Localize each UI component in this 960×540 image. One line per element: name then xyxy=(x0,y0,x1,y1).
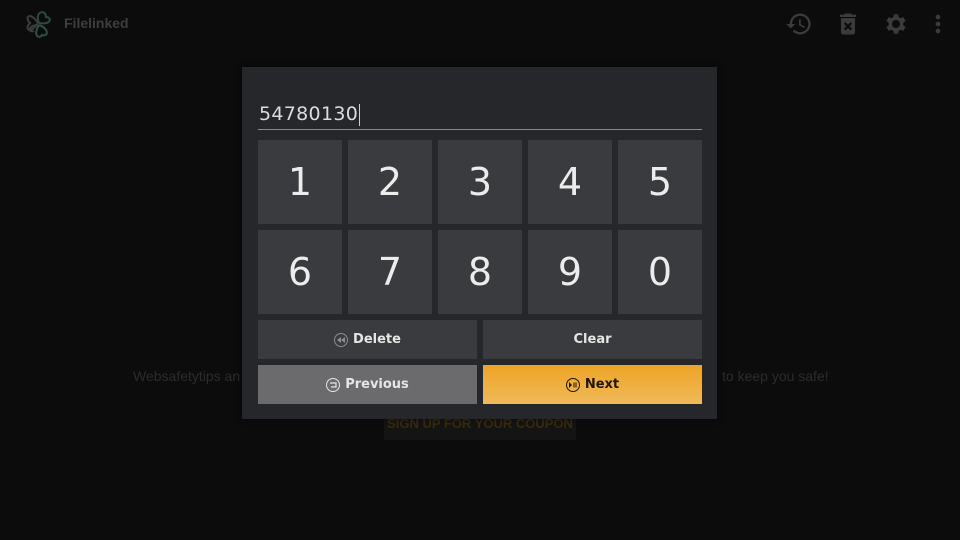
clear-button[interactable]: Clear xyxy=(483,320,702,359)
previous-button[interactable]: Previous xyxy=(258,365,477,404)
delete-button[interactable]: Delete xyxy=(258,320,477,359)
back-icon xyxy=(326,377,341,392)
play-pause-icon xyxy=(565,377,580,392)
next-button[interactable]: Next xyxy=(483,365,702,404)
rewind-icon xyxy=(334,332,349,347)
key-2[interactable]: 2 xyxy=(348,140,432,224)
background-message-left: Websafetytips an xyxy=(133,368,241,384)
key-1[interactable]: 1 xyxy=(258,140,342,224)
key-0[interactable]: 0 xyxy=(618,230,702,314)
key-8[interactable]: 8 xyxy=(438,230,522,314)
next-label: Next xyxy=(584,377,620,392)
delete-label: Delete xyxy=(353,332,401,347)
clover-logo-icon xyxy=(26,11,51,38)
code-entry-dialog: 54780130 1 2 3 4 5 6 7 8 9 0 Delete Clea… xyxy=(242,67,717,419)
key-9[interactable]: 9 xyxy=(528,230,612,314)
code-input[interactable]: 54780130 xyxy=(258,97,702,130)
top-bar: Filelinked xyxy=(0,0,960,48)
code-input-value: 54780130 xyxy=(259,103,359,125)
key-5[interactable]: 5 xyxy=(618,140,702,224)
delete-icon[interactable] xyxy=(834,10,862,38)
key-6[interactable]: 6 xyxy=(258,230,342,314)
key-4[interactable]: 4 xyxy=(528,140,612,224)
app-title: Filelinked xyxy=(64,15,129,31)
text-caret xyxy=(359,103,361,126)
more-vert-icon[interactable] xyxy=(924,10,952,38)
previous-label: Previous xyxy=(345,377,409,392)
key-3[interactable]: 3 xyxy=(438,140,522,224)
key-7[interactable]: 7 xyxy=(348,230,432,314)
gear-icon[interactable] xyxy=(882,10,910,38)
clear-label: Clear xyxy=(573,332,612,347)
history-icon[interactable] xyxy=(785,10,813,38)
background-message-right: to keep you safe! xyxy=(722,368,829,384)
